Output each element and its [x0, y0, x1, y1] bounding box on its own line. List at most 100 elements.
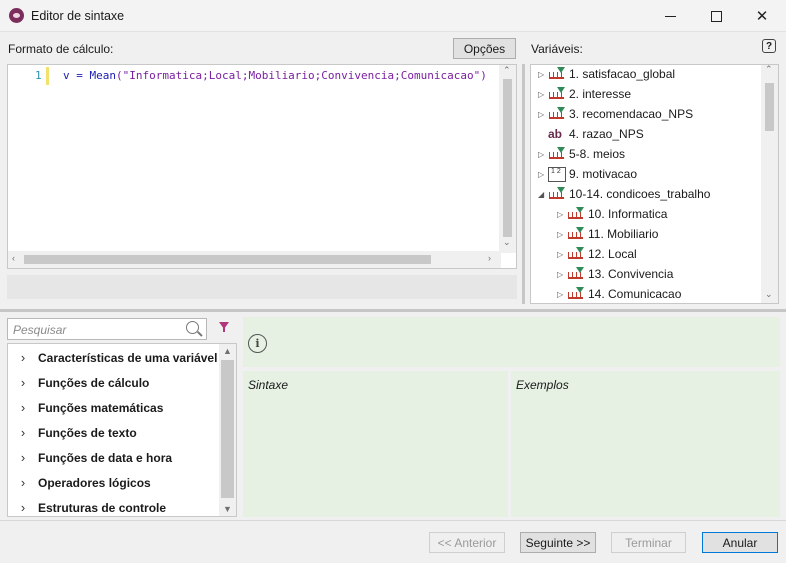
variable-tree-item[interactable]: ▷ 1. satisfacao_global	[538, 65, 676, 84]
function-category-item[interactable]: › Operadores lógicos	[8, 470, 222, 495]
function-category-item[interactable]: › Funções matemáticas	[8, 395, 222, 420]
horizontal-splitter[interactable]	[0, 309, 786, 312]
function-category-list[interactable]: ▲ ▼ › Características de uma variável › Fun…	[7, 343, 237, 517]
search-placeholder: Pesquisar	[13, 323, 67, 337]
variable-label: 11. Mobiliario	[588, 227, 659, 241]
maximize-button[interactable]	[693, 0, 739, 32]
finish-button[interactable]: Terminar	[611, 532, 686, 553]
chevron-right-icon: ›	[20, 400, 26, 415]
code-line[interactable]: v = Mean("Informatica;Local;Mobiliario;C…	[63, 69, 487, 82]
scale-icon	[548, 87, 566, 101]
function-info-panel	[243, 317, 780, 367]
search-icon[interactable]	[186, 321, 199, 334]
expand-toggle-icon[interactable]: ▷	[538, 70, 548, 79]
cancel-button[interactable]: Anular	[702, 532, 778, 553]
options-button[interactable]: Opções	[453, 38, 516, 59]
scale-icon	[567, 247, 585, 261]
expand-toggle-icon[interactable]: ▷	[557, 290, 567, 299]
editor-horizontal-thumb[interactable]	[24, 255, 431, 264]
scale-group-icon	[548, 147, 566, 161]
scroll-up-icon[interactable]: ⌃	[503, 65, 511, 76]
category-label: Funções de texto	[38, 425, 137, 440]
expand-toggle-icon[interactable]: ▷	[538, 150, 548, 159]
maximize-icon	[710, 10, 722, 22]
variable-tree-item[interactable]: ▷ 11. Mobiliario	[557, 224, 658, 244]
variable-tree-item[interactable]: ▷ 10. Informatica	[557, 204, 667, 224]
close-button[interactable]: ✕	[739, 0, 785, 32]
chevron-right-icon: ›	[20, 450, 26, 465]
variable-tree-item[interactable]: ▷ 2. interesse	[538, 84, 631, 104]
scale-icon	[567, 207, 585, 221]
next-button[interactable]: Seguinte >>	[520, 532, 596, 553]
previous-button[interactable]: << Anterior	[429, 532, 505, 553]
tree-scroll-down-icon[interactable]: ⌄	[765, 289, 773, 300]
variable-label: 1. satisfacao_global	[569, 67, 676, 81]
variables-tree[interactable]: ⌃ ⌄ ▷ 1. satisfacao_global ▷ 2. interesse ▷ 3…	[530, 64, 779, 304]
scale-group-icon	[548, 187, 566, 201]
editor-vertical-scrollbar[interactable]: ⌃ ⌄	[499, 65, 516, 253]
category-label: Funções de data e hora	[38, 450, 173, 465]
variable-label: 3. recomendacao_NPS	[569, 107, 694, 121]
expand-toggle-icon[interactable]: ▷	[557, 270, 567, 279]
variable-label: 5-8. meios	[569, 147, 626, 161]
editor-horizontal-scrollbar[interactable]: ‹ ›	[8, 251, 501, 268]
category-scroll-thumb[interactable]	[221, 360, 234, 498]
close-icon: ✕	[755, 8, 769, 25]
app-logo-icon	[9, 8, 24, 23]
expand-toggle-icon[interactable]: ▷	[557, 230, 567, 239]
variable-tree-item[interactable]: ▷ 9. motivacao	[538, 164, 637, 184]
scroll-left-icon[interactable]: ‹	[12, 253, 15, 263]
chevron-right-icon: ›	[20, 375, 26, 390]
examples-panel	[511, 371, 780, 517]
variable-tree-item[interactable]: ◢ 10-14. condicoes_trabalho	[538, 184, 710, 204]
expand-toggle-icon[interactable]: ▷	[557, 210, 567, 219]
line-number: 1	[35, 69, 42, 82]
scroll-right-icon[interactable]: ›	[488, 253, 491, 263]
vertical-splitter[interactable]	[522, 64, 525, 304]
tree-scroll-up-icon[interactable]: ⌃	[765, 65, 773, 75]
category-scroll-down-icon[interactable]: ▼	[223, 504, 232, 514]
filter-icon[interactable]	[219, 322, 229, 332]
scale-icon	[567, 227, 585, 241]
tree-scroll-thumb[interactable]	[765, 83, 774, 131]
formula-editor[interactable]: 1 v = Mean("Informatica;Local;Mobiliario…	[7, 64, 517, 269]
expand-toggle-icon[interactable]: ◢	[538, 190, 548, 199]
title-bar: Editor de sintaxe ✕	[0, 0, 786, 32]
variable-label: 13. Convivencia	[588, 267, 674, 281]
function-category-item[interactable]: › Funções de data e hora	[8, 445, 222, 470]
function-category-item[interactable]: › Funções de cálculo	[8, 370, 222, 395]
variable-tree-item[interactable]: ab 4. razao_NPS	[538, 124, 644, 144]
examples-label: Exemplos	[516, 378, 569, 392]
variable-label: 2. interesse	[569, 87, 632, 101]
minimize-icon	[664, 15, 676, 17]
chevron-right-icon: ›	[20, 425, 26, 440]
variable-tree-item[interactable]: ▷ 5-8. meios	[538, 144, 625, 164]
minimize-button[interactable]	[647, 0, 693, 32]
syntax-panel	[243, 371, 508, 517]
variable-tree-item[interactable]: ▷ 12. Local	[557, 244, 637, 264]
variable-tree-item[interactable]: ▷ 3. recomendacao_NPS	[538, 104, 693, 124]
help-icon[interactable]: ?	[762, 39, 776, 53]
variable-label: 10-14. condicoes_trabalho	[569, 187, 711, 201]
grid-icon	[548, 167, 566, 182]
tree-scrollbar[interactable]: ⌃ ⌄	[761, 65, 778, 303]
function-category-item[interactable]: › Características de uma variável	[8, 345, 222, 370]
scroll-down-icon[interactable]: ⌄	[503, 237, 511, 248]
variable-label: 14. Comunicacao	[588, 287, 682, 301]
function-category-item[interactable]: › Funções de texto	[8, 420, 222, 445]
scale-icon	[567, 287, 585, 301]
expand-toggle-icon[interactable]: ▷	[557, 250, 567, 259]
expand-toggle-icon[interactable]: ▷	[538, 90, 548, 99]
text-icon: ab	[548, 127, 563, 141]
category-scroll-up-icon[interactable]: ▲	[223, 346, 232, 356]
function-search-field[interactable]: Pesquisar	[7, 318, 207, 340]
variable-tree-item[interactable]: ▷ 13. Convivencia	[557, 264, 673, 284]
expand-toggle-icon[interactable]: ▷	[538, 110, 548, 119]
variable-tree-item[interactable]: ▷ 14. Comunicacao	[557, 284, 682, 303]
code-arguments: ("Informatica;Local;Mobiliario;Convivenc…	[116, 69, 487, 82]
expand-toggle-icon[interactable]: ▷	[538, 170, 548, 179]
editor-vertical-thumb[interactable]	[503, 79, 512, 237]
function-category-item[interactable]: › Estruturas de controle	[8, 495, 222, 516]
editor-status-strip	[7, 275, 517, 299]
code-prefix: v =	[63, 69, 90, 82]
